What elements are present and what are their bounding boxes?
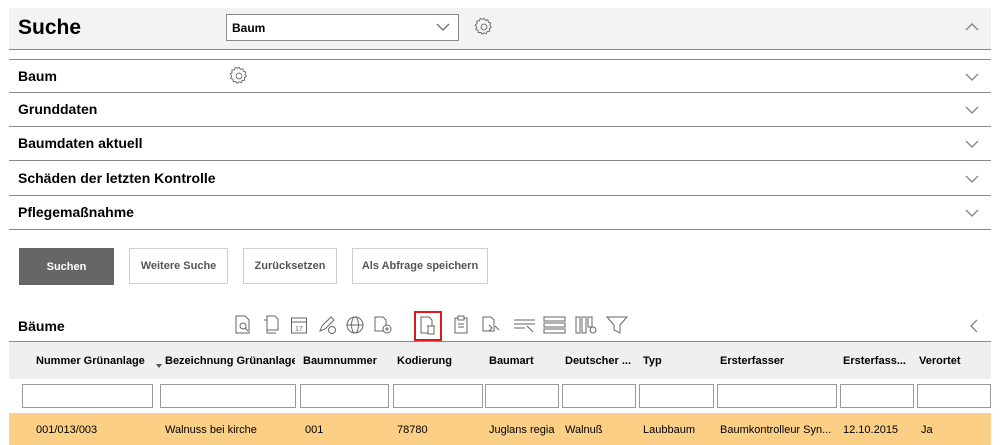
table-column-headers: Nummer Grünanlage Bezeichnung Grünanlage… xyxy=(9,342,991,379)
section-baum[interactable]: Baum xyxy=(9,59,991,93)
filter-input-nummer-gruenanlage[interactable] xyxy=(22,384,153,408)
section-label: Grunddaten xyxy=(18,101,98,117)
object-type-select-value: Baum xyxy=(232,21,266,35)
column-header-ersterfassung[interactable]: Ersterfass... xyxy=(843,355,913,367)
filter-input-deutscher-name[interactable] xyxy=(562,384,636,408)
cell-nummer-gruenanlage: 001/013/003 xyxy=(36,424,98,436)
column-header-kodierung[interactable]: Kodierung xyxy=(397,355,483,367)
chevron-down-icon[interactable] xyxy=(965,208,979,218)
chevron-up-icon[interactable] xyxy=(965,22,979,32)
section-grunddaten[interactable]: Grunddaten xyxy=(9,93,991,127)
filter-input-verortet[interactable] xyxy=(917,384,991,408)
column-header-baumnummer[interactable]: Baumnummer xyxy=(303,355,389,367)
column-header-bezeichnung[interactable]: Bezeichnung Grünanlage xyxy=(165,355,295,367)
section-label: Schäden der letzten Kontrolle xyxy=(18,170,216,186)
gear-icon[interactable] xyxy=(473,16,495,38)
filter-input-baumart[interactable] xyxy=(485,384,559,408)
filter-input-bezeichnung[interactable] xyxy=(160,384,296,408)
trees-table-header: Bäume 17 xyxy=(9,310,991,342)
filter-icon[interactable] xyxy=(606,314,628,336)
calendar-icon[interactable]: 17 xyxy=(288,314,310,336)
delete-document-icon[interactable] xyxy=(414,311,442,341)
cell-baumart: Juglans regia xyxy=(489,424,555,436)
list-icon[interactable] xyxy=(542,314,568,336)
edit-pencil-icon[interactable] xyxy=(316,314,338,336)
column-header-typ[interactable]: Typ xyxy=(643,355,713,367)
columns-settings-icon[interactable] xyxy=(574,314,600,336)
copy-document-icon[interactable] xyxy=(260,314,282,336)
cell-typ: Laubbaum xyxy=(643,424,695,436)
chevron-down-icon[interactable] xyxy=(965,139,979,149)
chevron-down-icon[interactable] xyxy=(965,105,979,115)
globe-icon[interactable] xyxy=(344,314,366,336)
cell-deutscher-name: Walnuß xyxy=(565,424,603,436)
cell-kodierung: 78780 xyxy=(397,424,428,436)
clipboard-icon[interactable] xyxy=(450,314,472,336)
section-label: Baumdaten aktuell xyxy=(18,135,143,151)
search-header: Suche Baum xyxy=(9,8,991,50)
view-document-icon[interactable] xyxy=(232,314,254,336)
more-search-button[interactable]: Weitere Suche xyxy=(129,248,228,284)
reset-button[interactable]: Zurücksetzen xyxy=(243,248,337,284)
chevron-down-icon[interactable] xyxy=(965,174,979,184)
select-rows-icon[interactable] xyxy=(512,314,538,336)
table-filter-row xyxy=(9,379,991,413)
search-button[interactable]: Suchen xyxy=(19,248,114,285)
gear-icon[interactable] xyxy=(228,65,250,87)
chevron-left-icon[interactable] xyxy=(969,319,979,333)
section-schaeden[interactable]: Schäden der letzten Kontrolle xyxy=(9,162,991,196)
object-type-select[interactable]: Baum xyxy=(226,14,459,41)
save-query-button[interactable]: Als Abfrage speichern xyxy=(352,248,488,284)
column-header-nummer-gruenanlage[interactable]: Nummer Grünanlage xyxy=(36,355,156,367)
section-baumdaten-aktuell[interactable]: Baumdaten aktuell xyxy=(9,127,991,161)
chevron-down-icon[interactable] xyxy=(965,72,979,82)
column-header-baumart[interactable]: Baumart xyxy=(489,355,559,367)
cell-bezeichnung: Walnuss bei kirche xyxy=(165,424,257,436)
filter-input-kodierung[interactable] xyxy=(393,384,483,408)
export-document-icon[interactable] xyxy=(480,314,502,336)
column-header-ersterfasser[interactable]: Ersterfasser xyxy=(720,355,832,367)
filter-input-ersterfassung[interactable] xyxy=(840,384,914,408)
table-row[interactable]: 001/013/003 Walnuss bei kirche 001 78780… xyxy=(9,413,991,445)
section-label: Pflegemaßnahme xyxy=(18,204,134,220)
filter-input-baumnummer[interactable] xyxy=(300,384,389,408)
table-title: Bäume xyxy=(18,318,65,334)
section-label: Baum xyxy=(18,68,57,84)
chevron-down-icon xyxy=(436,23,450,31)
add-document-icon[interactable] xyxy=(372,314,394,336)
filter-input-ersterfasser[interactable] xyxy=(717,384,837,408)
sort-descending-icon[interactable] xyxy=(156,364,162,368)
page-title: Suche xyxy=(18,16,82,39)
column-header-deutscher-name[interactable]: Deutscher ... xyxy=(565,355,635,367)
cell-ersterfassung: 12.10.2015 xyxy=(843,424,899,436)
column-header-verortet[interactable]: Verortet xyxy=(919,355,987,367)
section-pflegemassnahme[interactable]: Pflegemaßnahme xyxy=(9,196,991,230)
cell-verortet: Ja xyxy=(921,424,933,436)
cell-baumnummer: 001 xyxy=(305,424,324,436)
svg-text:17: 17 xyxy=(295,326,303,333)
cell-ersterfasser: Baumkontrolleur Syn... xyxy=(720,424,832,436)
filter-input-typ[interactable] xyxy=(639,384,714,408)
